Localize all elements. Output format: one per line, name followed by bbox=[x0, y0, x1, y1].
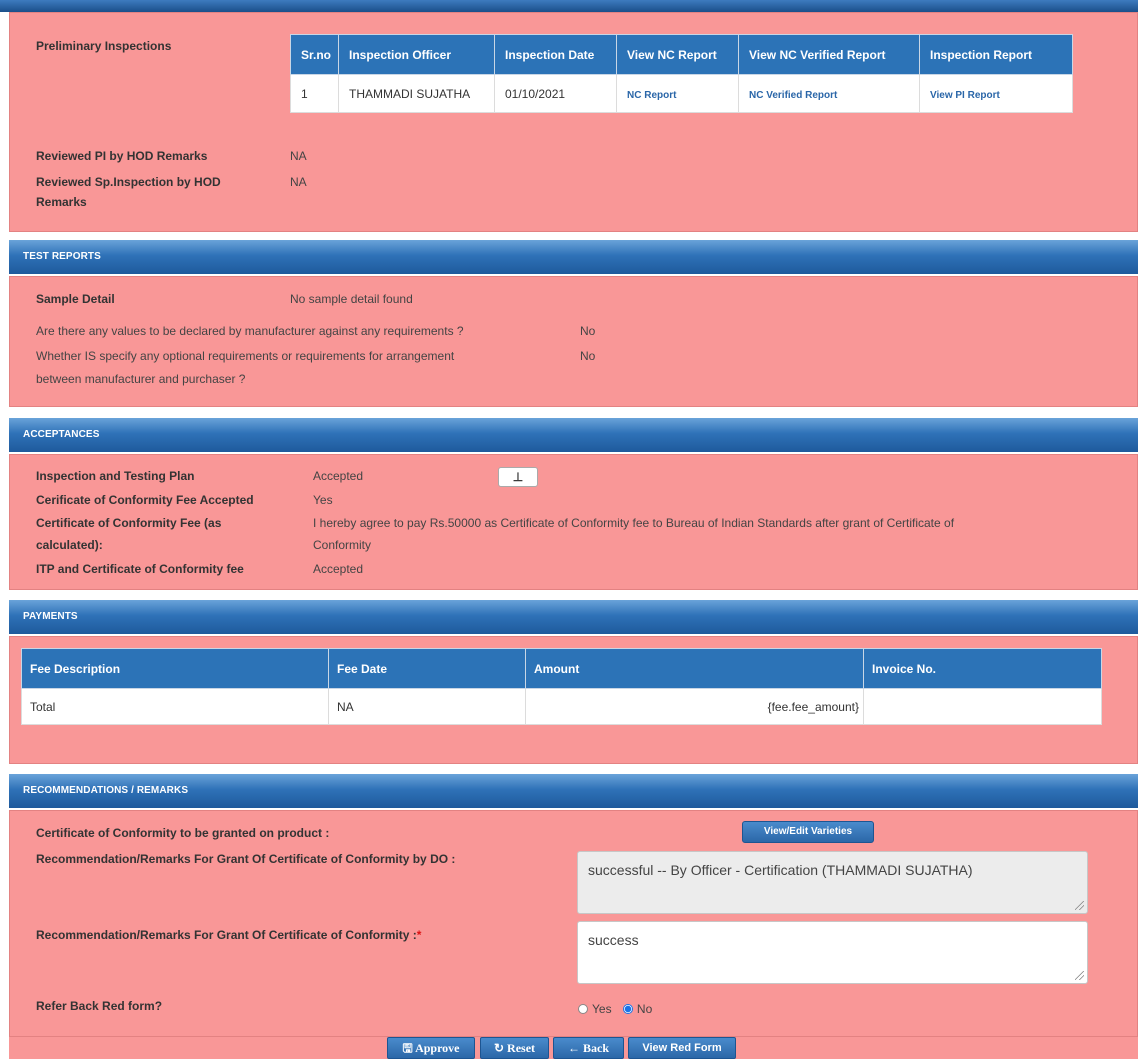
hod-sp-label-1: Reviewed Sp.Inspection by HOD bbox=[36, 175, 221, 189]
col-nc-verified: View NC Verified Report bbox=[738, 34, 920, 75]
cell-srno: 1 bbox=[290, 74, 339, 113]
resize-handle-icon[interactable] bbox=[1075, 901, 1084, 910]
do-remarks-label: Recommendation/Remarks For Grant Of Cert… bbox=[36, 852, 456, 866]
approve-button[interactable]: 🖫 Approve bbox=[387, 1037, 475, 1059]
itp-fee-value: Accepted bbox=[313, 562, 364, 576]
declared-values-answer: No bbox=[580, 324, 596, 338]
back-button[interactable]: ← Back bbox=[553, 1037, 624, 1059]
col-inspection-report: Inspection Report bbox=[919, 34, 1073, 75]
col-fee-date: Fee Date bbox=[328, 648, 526, 689]
inspection-table: Sr.no Inspection Officer Inspection Date… bbox=[290, 34, 1073, 113]
approve-label: Approve bbox=[415, 1041, 460, 1055]
fee-accepted-label: Cerificate of Conformity Fee Accepted bbox=[36, 493, 254, 507]
cell-invoice bbox=[863, 688, 1102, 725]
download-icon: ⊥ bbox=[512, 470, 524, 484]
refer-back-label: Refer Back Red form? bbox=[36, 999, 163, 1013]
radio-yes[interactable] bbox=[578, 1004, 588, 1014]
nc-report-link[interactable]: NC Report bbox=[627, 90, 676, 101]
download-button[interactable]: ⊥ bbox=[498, 467, 538, 487]
hod-pi-label: Reviewed PI by HOD Remarks bbox=[36, 149, 208, 163]
sample-detail-label: Sample Detail bbox=[36, 292, 115, 306]
cell-nc-report: NC Report bbox=[616, 74, 739, 113]
grant-remarks-text: success bbox=[588, 932, 639, 948]
cell-nc-verified: NC Verified Report bbox=[738, 74, 920, 113]
table-row: Total NA {fee.fee_amount} bbox=[21, 688, 1102, 725]
fee-calc-label-1: Certificate of Conformity Fee (as bbox=[36, 516, 222, 530]
view-pi-report-link[interactable]: View PI Report bbox=[930, 90, 1000, 101]
col-amount: Amount bbox=[525, 648, 864, 689]
grant-remarks-label-text: Recommendation/Remarks For Grant Of Cert… bbox=[36, 928, 417, 942]
radio-yes-label: Yes bbox=[592, 1002, 612, 1016]
sample-detail-value: No sample detail found bbox=[290, 292, 413, 306]
itp-value: Accepted bbox=[313, 469, 364, 483]
cell-amount: {fee.fee_amount} bbox=[525, 688, 864, 725]
col-officer: Inspection Officer bbox=[338, 34, 495, 75]
back-label: Back bbox=[582, 1041, 609, 1055]
declared-values-question: Are there any values to be declared by m… bbox=[36, 324, 464, 338]
reset-button[interactable]: ↻ Reset bbox=[480, 1037, 549, 1059]
view-edit-varieties-button[interactable]: View/Edit Varieties bbox=[742, 821, 874, 843]
acceptances-header: ACCEPTANCES bbox=[9, 418, 1138, 452]
optional-req-question-2: between manufacturer and purchaser ? bbox=[36, 372, 246, 386]
cell-fee-description: Total bbox=[21, 688, 329, 725]
do-remarks-text: successful -- By Officer - Certification… bbox=[588, 862, 973, 878]
refer-back-options: Yes No bbox=[578, 999, 652, 1019]
payments-header: PAYMENTS bbox=[9, 600, 1138, 634]
payments-table: Fee Description Fee Date Amount Invoice … bbox=[21, 648, 1102, 725]
reset-label: Reset bbox=[507, 1041, 536, 1055]
fee-calc-label-2: calculated): bbox=[36, 538, 103, 552]
col-nc-report: View NC Report bbox=[616, 34, 739, 75]
hod-sp-value: NA bbox=[290, 175, 307, 189]
recommendations-header: RECOMMENDATIONS / REMARKS bbox=[9, 774, 1138, 808]
grant-remarks-label: Recommendation/Remarks For Grant Of Cert… bbox=[36, 925, 421, 945]
hod-sp-label-2: Remarks bbox=[36, 195, 87, 209]
cell-fee-date: NA bbox=[328, 688, 526, 725]
grant-remarks-textarea[interactable]: success bbox=[577, 921, 1088, 984]
coc-product-label: Certificate of Conformity to be granted … bbox=[36, 826, 330, 840]
cell-date: 01/10/2021 bbox=[494, 74, 617, 113]
itp-fee-label: ITP and Certificate of Conformity fee bbox=[36, 562, 244, 576]
radio-no[interactable] bbox=[622, 1004, 633, 1014]
optional-req-question-1: Whether IS specify any optional requirem… bbox=[36, 349, 455, 363]
required-mark: * bbox=[416, 928, 422, 942]
itp-label: Inspection and Testing Plan bbox=[36, 469, 195, 483]
fee-calc-value-2: Conformity bbox=[313, 538, 372, 552]
arrow-left-icon: ← bbox=[567, 1041, 580, 1055]
hod-pi-value: NA bbox=[290, 149, 307, 163]
cell-pi-report: View PI Report bbox=[919, 74, 1073, 113]
fee-accepted-value: Yes bbox=[313, 493, 333, 507]
optional-req-answer: No bbox=[580, 349, 596, 363]
fee-calc-value-1: I hereby agree to pay Rs.50000 as Certif… bbox=[313, 516, 955, 530]
resize-handle-icon[interactable] bbox=[1075, 971, 1084, 980]
col-date: Inspection Date bbox=[494, 34, 617, 75]
table-row: 1 THAMMADI SUJATHA 01/10/2021 NC Report … bbox=[290, 74, 1073, 113]
col-srno: Sr.no bbox=[290, 34, 339, 75]
col-fee-description: Fee Description bbox=[21, 648, 329, 689]
test-reports-header: TEST REPORTS bbox=[9, 240, 1138, 274]
radio-no-label: No bbox=[636, 1002, 653, 1016]
do-remarks-textarea[interactable]: successful -- By Officer - Certification… bbox=[577, 851, 1088, 914]
refresh-icon: ↻ bbox=[493, 1041, 505, 1055]
nc-verified-report-link[interactable]: NC Verified Report bbox=[749, 90, 837, 101]
view-red-form-button[interactable]: View Red Form bbox=[628, 1037, 736, 1059]
save-icon: 🖫 bbox=[402, 1041, 413, 1055]
top-bar bbox=[0, 0, 1138, 12]
cell-officer: THAMMADI SUJATHA bbox=[338, 74, 495, 113]
view-red-form-label: View Red Form bbox=[642, 1042, 722, 1054]
preliminary-label: Preliminary Inspections bbox=[36, 39, 172, 53]
col-invoice: Invoice No. bbox=[863, 648, 1102, 689]
